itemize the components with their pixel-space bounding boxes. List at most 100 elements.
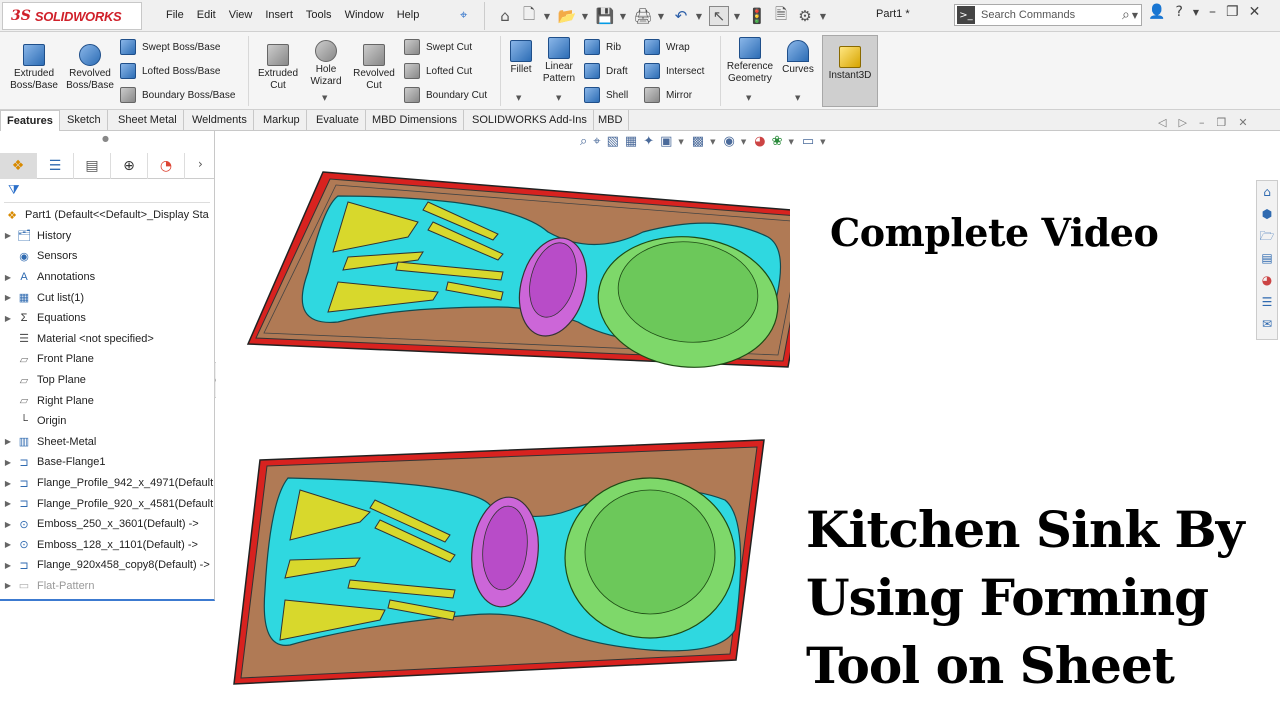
close-icon[interactable]: ✕	[1238, 116, 1247, 129]
tree-item[interactable]: ▶ ⊐ Base-Flange1	[0, 452, 214, 473]
file-properties-icon[interactable]: 🗎	[771, 5, 791, 26]
save-icon[interactable]: 💾	[595, 6, 615, 26]
wrap-button[interactable]: Wrap	[644, 37, 690, 57]
tree-item[interactable]: ▶ ⊐ Flange_920x458_copy8(Default) ->	[0, 555, 214, 576]
chevron-down-icon[interactable]: ▼	[678, 138, 683, 146]
menu-window[interactable]: Window	[345, 9, 384, 21]
view-orientation-icon[interactable]: ▣	[660, 134, 672, 149]
tab-mbd-dimensions[interactable]: MBD Dimensions	[366, 110, 464, 131]
tree-item[interactable]: ▱ Right Plane	[0, 390, 214, 411]
file-explorer-icon[interactable]: 🗁	[1260, 225, 1275, 247]
chevron-down-icon[interactable]: ▼	[746, 94, 751, 102]
chevron-down-icon[interactable]: ▼	[657, 6, 665, 26]
search-input[interactable]: Search Commands	[981, 9, 1122, 21]
view-palette-icon[interactable]: ▤	[1261, 247, 1272, 269]
revolved-cut-button[interactable]: Revolved Cut	[350, 44, 398, 92]
zoom-to-area-icon[interactable]: ⌖	[593, 134, 600, 149]
expand-arrow-icon[interactable]: ▶	[0, 231, 16, 240]
menu-edit[interactable]: Edit	[197, 9, 216, 21]
chevron-down-icon[interactable]: ▼	[820, 138, 825, 146]
view-settings-monitor-icon[interactable]: ▭	[802, 134, 814, 149]
property-manager-tab-icon[interactable]: ☰	[37, 153, 74, 179]
tab-sketch[interactable]: Sketch	[61, 110, 108, 131]
tree-item[interactable]: ▶ ▦ Cut list(1)	[0, 287, 214, 308]
expand-arrow-icon[interactable]: ▶	[0, 581, 16, 590]
tree-item[interactable]: ▶ 🗂 History	[0, 226, 214, 247]
design-library-icon[interactable]: ⬢	[1262, 203, 1272, 225]
tree-item[interactable]: ▶ ⊙ Emboss_250_x_3601(Default) ->	[0, 514, 214, 535]
minimize-icon[interactable]: –	[1209, 4, 1216, 20]
tab-markup[interactable]: Markup	[257, 110, 307, 131]
tree-item[interactable]: ◉ Sensors	[0, 246, 214, 267]
custom-properties-icon[interactable]: ☰	[1262, 291, 1273, 313]
close-icon[interactable]: ✕	[1249, 4, 1261, 20]
previous-window-icon[interactable]: ◁	[1158, 116, 1166, 129]
tree-item[interactable]: ▶ ▥ Sheet-Metal	[0, 432, 214, 453]
chevron-down-icon[interactable]: ▼	[733, 6, 741, 26]
select-pointer-icon[interactable]: ↖	[709, 6, 729, 26]
chevron-down-icon[interactable]: ▼	[695, 6, 703, 26]
boundary-boss-button[interactable]: Boundary Boss/Base	[120, 85, 235, 105]
tab-evaluate[interactable]: Evaluate	[310, 110, 366, 131]
chevron-down-icon[interactable]: ▼	[741, 138, 746, 146]
tab-mbd[interactable]: MBD	[592, 110, 630, 131]
swept-boss-button[interactable]: Swept Boss/Base	[120, 37, 220, 57]
configuration-manager-tab-icon[interactable]: ▤	[74, 153, 111, 179]
menu-insert[interactable]: Insert	[265, 9, 293, 21]
solidworks-logo[interactable]: 3S SOLIDWORKS	[2, 2, 142, 30]
chevron-down-icon[interactable]: ▼	[819, 6, 827, 26]
extruded-boss-button[interactable]: Extruded Boss/Base	[8, 44, 60, 92]
menu-tools[interactable]: Tools	[306, 9, 332, 21]
chevron-down-icon[interactable]: ▼	[322, 94, 327, 102]
revolved-boss-button[interactable]: Revolved Boss/Base	[64, 44, 116, 92]
curves-button[interactable]: Curves	[780, 40, 816, 76]
tree-item[interactable]: ▶ A Annotations	[0, 267, 214, 288]
chevron-down-icon[interactable]: ▼	[1132, 11, 1138, 20]
expand-arrow-icon[interactable]: ▶	[0, 520, 16, 529]
expand-arrow-icon[interactable]: ▶	[0, 273, 16, 282]
next-window-icon[interactable]: ▷	[1178, 116, 1186, 129]
zoom-to-fit-icon[interactable]: ⌕	[580, 134, 587, 149]
expand-arrow-icon[interactable]: ▶	[0, 499, 16, 508]
shell-button[interactable]: Shell	[584, 85, 628, 105]
tree-item[interactable]: ❖ Part1 (Default<<Default>_Display Sta	[0, 205, 214, 226]
menu-file[interactable]: File	[166, 9, 184, 21]
expand-arrow-icon[interactable]: ▶	[0, 437, 16, 446]
expand-arrow-icon[interactable]: ▶	[0, 458, 16, 467]
expand-arrow-icon[interactable]: ▶	[0, 561, 16, 570]
display-manager-tab-icon[interactable]: ◔	[148, 153, 185, 179]
tree-item[interactable]: ☰ Material <not specified>	[0, 329, 214, 350]
search-commands[interactable]: >_ Search Commands ⌕ ▼	[954, 4, 1142, 26]
print-icon[interactable]: 🖨	[633, 6, 653, 26]
expand-arrow-icon[interactable]: ▶	[0, 314, 16, 323]
home-icon[interactable]: ⌂	[1263, 181, 1271, 203]
undo-icon[interactable]: ↶	[671, 6, 691, 26]
restore-icon[interactable]: ❐	[1216, 116, 1226, 129]
chevron-down-icon[interactable]: ▼	[581, 6, 589, 26]
chevron-down-icon[interactable]: ▼	[710, 138, 715, 146]
hole-wizard-button[interactable]: Hole Wizard	[304, 40, 348, 88]
lofted-cut-button[interactable]: Lofted Cut	[404, 61, 472, 81]
chevron-down-icon[interactable]: ▼	[543, 6, 551, 26]
tree-item[interactable]: ▱ Front Plane	[0, 349, 214, 370]
options-gear-icon[interactable]: ⚙	[795, 6, 815, 26]
linear-pattern-button[interactable]: Linear Pattern	[538, 37, 580, 85]
instant3d-button[interactable]: Instant3D	[822, 35, 878, 107]
display-style-icon[interactable]: ▩	[692, 134, 704, 149]
tree-item[interactable]: ▶ ⊐ Flange_Profile_920_x_4581(Default	[0, 493, 214, 514]
lofted-boss-button[interactable]: Lofted Boss/Base	[120, 61, 220, 81]
tree-item[interactable]: ▶ ⊙ Emboss_128_x_1101(Default) ->	[0, 535, 214, 556]
tab-sheet-metal[interactable]: Sheet Metal	[112, 110, 184, 131]
rib-button[interactable]: Rib	[584, 37, 621, 57]
hide-show-items-icon[interactable]: ◉	[723, 134, 734, 149]
feature-manager-tab-icon[interactable]: ❖	[0, 153, 37, 179]
draft-button[interactable]: Draft	[584, 61, 628, 81]
chevron-down-icon[interactable]: ▼	[1193, 8, 1199, 17]
swept-cut-button[interactable]: Swept Cut	[404, 37, 472, 57]
chevron-down-icon[interactable]: ▼	[795, 94, 800, 102]
open-folder-icon[interactable]: 📂	[557, 6, 577, 26]
chevron-down-icon[interactable]: ▼	[788, 138, 793, 146]
tree-item[interactable]: ▶ ▭ Flat-Pattern	[0, 576, 214, 597]
tree-filter[interactable]: ⧩	[4, 181, 210, 203]
tab-features[interactable]: Features	[0, 110, 60, 131]
